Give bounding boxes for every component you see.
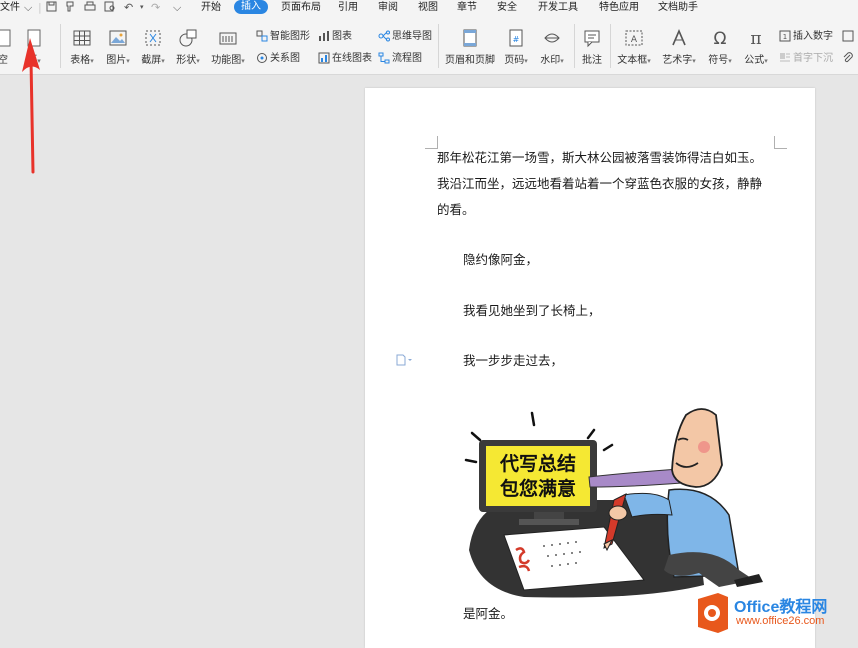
tab-start[interactable]: 开始 [201,1,221,14]
print-preview-icon[interactable] [104,1,116,15]
flow-chart-button[interactable]: 流程图 [378,52,422,65]
paragraph-line-1[interactable]: 那年松花江第一场雪，斯大林公园被落雪装饰得洁白如玉。 [437,145,762,171]
online-chart-icon [318,52,330,64]
redo-icon[interactable]: ↷ [151,1,160,14]
screenshot-button[interactable]: 截屏▾ [137,28,169,66]
pi-icon: π [750,29,761,48]
tab-view[interactable]: 视图 [418,1,438,14]
paragraph-line-2[interactable]: 我沿江而坐，远远地看着站着一个穿蓝色衣服的女孩，静静 [437,171,762,197]
svg-text:Ω: Ω [714,29,727,48]
insert-number-button[interactable]: 1 插入数字 [779,30,833,43]
flow-chart-icon [378,52,390,64]
tab-chapter[interactable]: 章节 [457,1,477,14]
menu-bar: 文件 ⌵ | ↶ ▾ ↷ ⌵ 开始 插入 页面布局 引用 审阅 视图 章节 安全… [0,0,858,16]
svg-text:1: 1 [783,33,787,41]
paragraph-line-3[interactable]: 的看。 [437,197,475,223]
red-arrow-annotation-icon [22,38,40,174]
smart-art-icon [256,30,268,42]
watermark-icon [544,33,560,43]
comment-icon [584,30,600,48]
shape-button[interactable]: 形状▾ [172,28,204,66]
attachment-icon[interactable] [842,52,856,65]
cartoon-illustration[interactable]: 代写总结 包您满意 [464,405,764,600]
picture-icon [109,30,127,46]
tab-review[interactable]: 审阅 [378,1,398,14]
header-footer-button[interactable]: 页眉和页脚 [444,28,496,66]
object-icon[interactable] [842,30,856,43]
drop-cap-button[interactable]: 首字下沉 [779,52,833,65]
function-chart-icon [219,32,237,45]
ribbon-divider [574,24,575,68]
scissors-icon [145,30,161,46]
paragraph-handle-icon[interactable] [396,354,412,369]
formula-button[interactable]: π 公式▾ [740,28,772,66]
tab-special[interactable]: 特色应用 [599,1,639,14]
function-chart-button[interactable]: 功能图▾ [208,28,248,66]
textbox-button[interactable]: A 文本框▾ [614,28,654,66]
shape-icon [179,29,197,47]
ribbon-divider [60,24,61,68]
tab-doc-assistant[interactable]: 文档助手 [658,1,698,14]
art-text-icon [672,28,686,46]
print-icon[interactable] [84,1,96,15]
tab-insert[interactable]: 插入 [234,0,268,14]
cartoon-text-line-1: 代写总结 [499,452,576,475]
relation-chart-button[interactable]: 关系图 [256,52,300,65]
symbol-button[interactable]: Ω 符号▾ [704,28,736,66]
header-footer-icon [463,29,477,47]
ribbon-divider [438,24,439,68]
smart-art-button[interactable]: 智能图形 [256,30,310,43]
margin-corner-top-right [774,136,787,149]
paragraph-3[interactable]: 我看见她坐到了长椅上， [463,298,601,324]
number-icon: 1 [779,30,791,42]
paragraph-2[interactable]: 隐约像阿金， [463,247,538,273]
paragraph-4[interactable]: 我一步步走过去， [463,348,563,374]
mind-map-button[interactable]: 思维导图 [378,30,432,43]
format-painter-icon[interactable] [64,1,75,15]
svg-text:π: π [750,29,761,48]
undo-dropdown-icon[interactable]: ▾ [140,1,144,14]
art-text-button[interactable]: 艺术字▾ [659,28,699,66]
online-chart-button[interactable]: 在线图表 [318,52,372,65]
comment-button[interactable]: 批注 [578,28,606,66]
paragraph-last[interactable]: 是阿金。 [463,601,513,627]
watermark-button[interactable]: 水印▾ [536,28,568,66]
ribbon-divider [610,24,611,68]
undo-icon[interactable]: ↶ [124,1,133,14]
relation-chart-icon [257,53,267,63]
watermark-url: www.office26.com [736,615,825,627]
page-number-button[interactable]: # 页码▾ [500,28,532,66]
site-watermark: Office教程网 www.office26.com [694,587,858,639]
drop-cap-icon [780,53,790,62]
page-number-icon: # [509,29,523,47]
tab-developer[interactable]: 开发工具 [538,1,578,14]
tab-page-layout[interactable]: 页面布局 [281,1,321,14]
omega-icon: Ω [714,29,727,48]
customize-toolbar-icon[interactable]: ⌵ [173,1,181,14]
tab-references[interactable]: 引用 [338,1,358,14]
table-button[interactable]: 表格▾ [66,28,98,66]
svg-text:#: # [513,35,520,44]
office-logo-icon [698,593,728,633]
textbox-icon: A [625,30,643,46]
tab-security[interactable]: 安全 [497,1,517,14]
watermark-brand: Office教程网 [734,599,828,616]
svg-text:A: A [631,35,638,45]
mind-map-icon [378,30,390,42]
table-icon [73,30,91,46]
bar-chart-icon [319,31,329,41]
picture-button[interactable]: 图片▾ [102,28,134,66]
chart-button[interactable]: 图表 [318,30,352,43]
ribbon-insert: 空 页▾ 表格▾ 图片▾ 截屏▾ 形状▾ 功能图▾ 智能图形 关系图 图表 在线… [0,16,858,75]
cartoon-text-line-2: 包您满意 [500,477,576,500]
